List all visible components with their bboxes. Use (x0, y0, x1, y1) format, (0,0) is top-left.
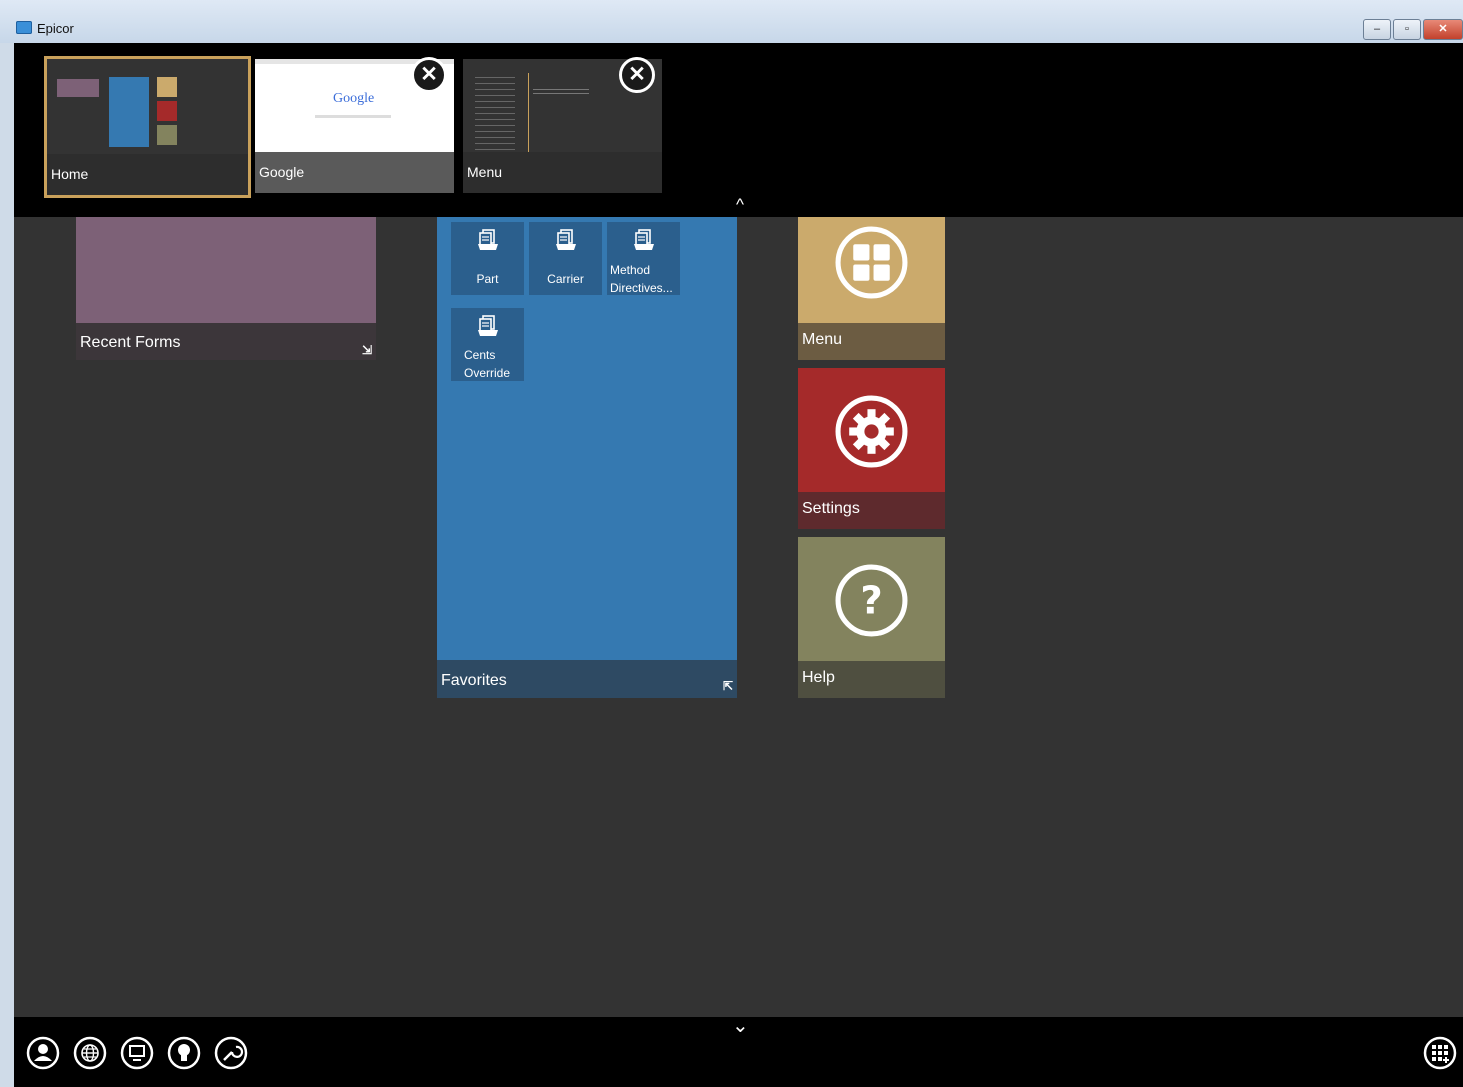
close-window-button[interactable]: ✕ (1423, 19, 1463, 40)
favorites-label-bar: Favorites ⇱ (437, 660, 737, 698)
document-icon (555, 229, 576, 250)
thumbnail-google-label: Google (255, 152, 454, 193)
gear-icon (835, 395, 908, 468)
close-google-tab-button[interactable]: ✕ (411, 57, 447, 93)
thumbnail-menu-text: Menu (467, 164, 503, 180)
thumbnail-home-label: Home (47, 154, 248, 195)
home-preview (47, 59, 248, 154)
google-logo-text: Google (333, 91, 375, 106)
settings-tile-label: Settings (802, 500, 860, 517)
recent-forms-tile[interactable]: Recent Forms ⇲ (76, 217, 376, 360)
preview-help-tile (157, 125, 177, 145)
document-icon (477, 315, 498, 336)
menu-tile-label: Menu (802, 331, 843, 348)
epicor-client-area: Home Google Google ✕ Menu ✕ ^ Recent For… (14, 43, 1463, 1087)
expand-switcher-caret[interactable]: ⌄ (732, 1013, 749, 1038)
user-icon[interactable] (26, 1036, 60, 1070)
preview-tree (475, 77, 515, 157)
favorite-carrier-label: Carrier (547, 272, 584, 286)
favorites-label: Favorites (441, 672, 507, 689)
favorite-part-label: Part (476, 272, 499, 286)
favorite-method-label-2: Directives... (610, 281, 673, 295)
favorites-resize-icon[interactable]: ⇱ (723, 679, 733, 693)
taskbar: ⌄ (14, 1015, 1463, 1087)
task-switcher: Home Google Google ✕ Menu ✕ ^ (14, 43, 1463, 217)
preview-detail (533, 89, 589, 97)
title-bar[interactable]: Epicor – ▫ ✕ (0, 0, 1463, 43)
recent-forms-resize-icon[interactable]: ⇲ (362, 343, 372, 357)
thumbnail-home[interactable]: Home (44, 56, 251, 198)
favorites-tile[interactable]: Part Carrier Method Directives... Cents … (437, 217, 737, 698)
monitor-icon[interactable] (120, 1036, 154, 1070)
question-icon: ? (835, 564, 908, 637)
document-icon (477, 229, 498, 250)
preview-recent-tile (57, 79, 99, 97)
help-tile-label-bar: Help (798, 661, 945, 698)
restore-button[interactable]: ▫ (1393, 19, 1421, 40)
preview-search-box (315, 115, 391, 118)
add-tile-icon[interactable] (1423, 1036, 1457, 1070)
settings-tile[interactable]: Settings (798, 368, 945, 529)
favorite-cents-label-2: Override (464, 366, 511, 380)
svg-text:?: ? (860, 579, 882, 624)
collapse-switcher-caret[interactable]: ^ (736, 195, 744, 215)
help-tile-label: Help (802, 669, 835, 686)
favorite-cents-label-1: Cents (464, 348, 496, 362)
thumbnail-google-text: Google (259, 164, 305, 180)
epicor-window: Epicor – ▫ ✕ Home Google Google ✕ Menu ✕… (0, 0, 1463, 1087)
wrench-icon[interactable] (214, 1036, 248, 1070)
settings-tile-label-bar: Settings (798, 492, 945, 529)
epicor-app-icon (16, 21, 32, 34)
preview-favorites-tile (109, 77, 149, 147)
menu-tile[interactable]: Menu (798, 217, 945, 360)
minimize-button[interactable]: – (1363, 19, 1391, 40)
window-title: Epicor (37, 21, 74, 36)
close-menu-tab-button[interactable]: ✕ (619, 57, 655, 93)
grid-icon (835, 226, 908, 299)
preview-settings-tile (157, 101, 177, 121)
document-icon (633, 229, 654, 250)
favorite-method-label-1: Method (610, 263, 651, 277)
globe-icon[interactable] (73, 1036, 107, 1070)
recent-forms-label: Recent Forms (80, 334, 181, 351)
thumbnail-home-text: Home (51, 166, 89, 182)
thumbnail-menu-label: Menu (463, 152, 662, 193)
favorite-cents-override[interactable]: Cents Override (451, 308, 524, 381)
preview-menu-tile (157, 77, 177, 97)
favorite-carrier[interactable]: Carrier (529, 222, 602, 295)
favorite-part[interactable]: Part (451, 222, 524, 295)
lightbulb-icon[interactable] (167, 1036, 201, 1070)
help-tile[interactable]: ? Help (798, 537, 945, 698)
favorite-method-directives[interactable]: Method Directives... (607, 222, 680, 295)
menu-tile-label-bar: Menu (798, 323, 945, 360)
recent-forms-tile-body (76, 217, 376, 323)
